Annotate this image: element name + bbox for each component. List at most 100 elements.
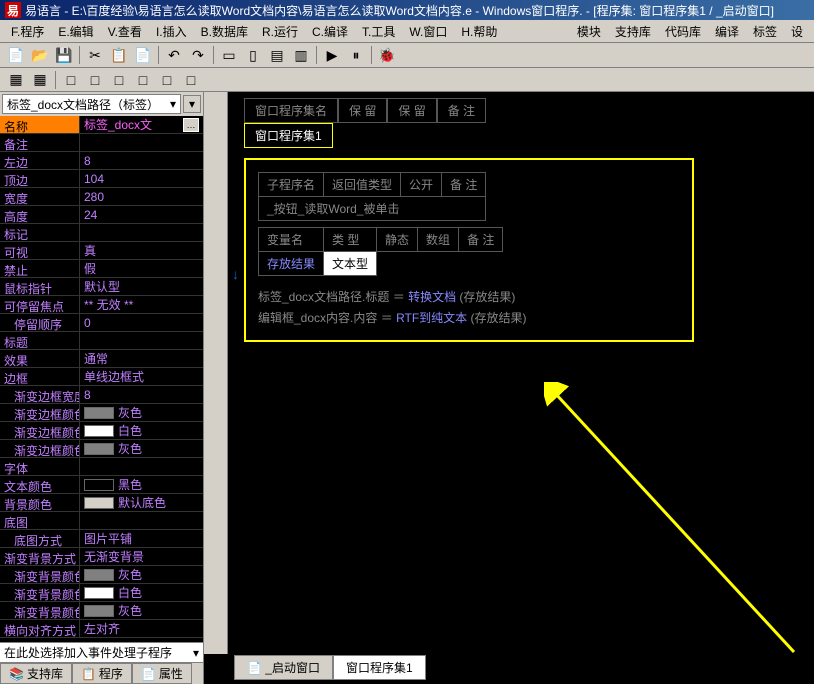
control-selector[interactable]: 标签_docx文档路径（标签） ▾ [2,94,181,114]
prop-row-height[interactable]: 高度24 [0,206,203,224]
align-button-3[interactable]: □ [108,69,130,91]
prop-row-stop[interactable]: 可停留焦点** 无效 ** [0,296,203,314]
code-line-2[interactable]: 编辑框_docx内容.内容 ＝ RTF到纯文本 (存放结果) [258,307,680,328]
proc-col-return[interactable]: 返回值类型 [324,173,401,197]
procset-header-keep2[interactable]: 保 留 [387,98,436,123]
undo-button[interactable]: ↶ [163,44,185,66]
prop-row-gradbgc3[interactable]: 渐变背景颜色灰色 [0,602,203,620]
prop-row-left[interactable]: 左边8 [0,152,203,170]
menu-program[interactable]: F.程序 [5,21,50,42]
var-col-type[interactable]: 类 型 [324,228,377,252]
tab-window-procset[interactable]: 窗口程序集1 [333,655,426,680]
var-col-static[interactable]: 静态 [377,228,418,252]
highlighted-procedure: 子程序名 返回值类型 公开 备 注 _按钮_读取Word_被单击 变量名 类 型… [244,158,694,342]
prop-row-bgimage[interactable]: 底图 [0,512,203,530]
prop-row-gradwidth[interactable]: 渐变边框宽度8 [0,386,203,404]
dots-button[interactable]: … [183,118,199,132]
tab-property[interactable]: 📄 属性 [132,663,192,684]
run-button[interactable]: ▶ [321,44,343,66]
menu-help[interactable]: H.帮助 [455,21,503,42]
layout-button-3[interactable]: ▤ [266,44,288,66]
prop-row-gradbg[interactable]: 渐变背景方式无渐变背景 [0,548,203,566]
procset-active[interactable]: 窗口程序集1 [244,123,333,148]
var-col-name[interactable]: 变量名 [259,228,324,252]
prop-row-border[interactable]: 边框单线边框式 [0,368,203,386]
align-button-6[interactable]: □ [180,69,202,91]
align-button-1[interactable]: □ [60,69,82,91]
prop-row-align[interactable]: 横向对齐方式左对齐 [0,620,203,638]
prop-row-mark[interactable]: 标记 [0,224,203,242]
procset-header-name[interactable]: 窗口程序集名 [244,98,338,123]
menu-compile[interactable]: C.编译 [306,21,354,42]
prop-row-gradcolor3[interactable]: 渐变边框颜色灰色 [0,440,203,458]
save-button[interactable]: 💾 [53,44,75,66]
prop-row-remark[interactable]: 备注 [0,134,203,152]
prop-row-width[interactable]: 宽度280 [0,188,203,206]
menu-codebank[interactable]: 代码库 [659,21,707,42]
procset-header-keep1[interactable]: 保 留 [338,98,387,123]
event-selector[interactable]: 在此处选择加入事件处理子程序 ▾ [0,642,203,662]
menu-window[interactable]: W.窗口 [403,21,453,42]
proc-col-name[interactable]: 子程序名 [259,173,324,197]
menu-insert[interactable]: I.插入 [150,21,193,42]
menu-compile2[interactable]: 编译 [709,21,745,42]
var-name[interactable]: 存放结果 [259,252,324,276]
prop-row-textcolor[interactable]: 文本颜色黑色 [0,476,203,494]
property-grid[interactable]: 名称 标签_docx文… 备注 左边8 顶边104 宽度280 高度24 标记 … [0,116,203,642]
code-editor[interactable]: 窗口程序集名 保 留 保 留 备 注 窗口程序集1 子程序名 返回值类型 公开 … [244,98,806,654]
grid-button-1[interactable]: ▦ [5,69,27,91]
procedure-name[interactable]: _按钮_读取Word_被单击 [259,197,486,221]
paste-button[interactable]: 📄 [132,44,154,66]
menu-module[interactable]: 模块 [571,21,607,42]
layout-button-2[interactable]: ▯ [242,44,264,66]
menu-run[interactable]: R.运行 [256,21,304,42]
prop-row-stoporder[interactable]: 停留顺序0 [0,314,203,332]
cut-button[interactable]: ✂ [84,44,106,66]
tab-support[interactable]: 📚 支持库 [0,663,72,684]
menu-label[interactable]: 标签 [747,21,783,42]
debug-button[interactable]: 🐞 [376,44,398,66]
prop-row-top[interactable]: 顶边104 [0,170,203,188]
prop-row-gradcolor2[interactable]: 渐变边框颜色白色 [0,422,203,440]
tab-program[interactable]: 📋 程序 [72,663,132,684]
align-button-5[interactable]: □ [156,69,178,91]
proc-col-public[interactable]: 公开 [401,173,442,197]
prop-row-disabled[interactable]: 禁止假 [0,260,203,278]
code-line-1[interactable]: 标签_docx文档路径.标题 ＝ 转换文档 (存放结果) [258,286,680,307]
open-button[interactable]: 📂 [29,44,51,66]
procset-header-remark[interactable]: 备 注 [437,98,486,123]
code-body[interactable]: 标签_docx文档路径.标题 ＝ 转换文档 (存放结果) 编辑框_docx内容.… [258,286,680,328]
redo-button[interactable]: ↷ [187,44,209,66]
align-button-4[interactable]: □ [132,69,154,91]
pause-button[interactable]: ⏸ [345,44,367,66]
prop-row-bgcolor[interactable]: 背景颜色默认底色 [0,494,203,512]
prop-row-bgstyle[interactable]: 底图方式图片平铺 [0,530,203,548]
prop-row-mouse[interactable]: 鼠标指针默认型 [0,278,203,296]
prop-row-title[interactable]: 标题 [0,332,203,350]
var-col-remark[interactable]: 备 注 [459,228,503,252]
grid-button-2[interactable]: ▦ [29,69,51,91]
copy-button[interactable]: 📋 [108,44,130,66]
menu-edit[interactable]: E.编辑 [52,21,99,42]
prop-row-font[interactable]: 字体 [0,458,203,476]
prop-row-effect[interactable]: 效果通常 [0,350,203,368]
prop-row-name[interactable]: 名称 标签_docx文… [0,116,203,134]
var-col-array[interactable]: 数组 [418,228,459,252]
prop-row-gradcolor1[interactable]: 渐变边框颜色灰色 [0,404,203,422]
prop-row-gradbgc1[interactable]: 渐变背景颜色灰色 [0,566,203,584]
prop-row-gradbgc2[interactable]: 渐变背景颜色白色 [0,584,203,602]
menu-database[interactable]: B.数据库 [195,21,254,42]
menu-tools[interactable]: T.工具 [356,21,401,42]
menu-support[interactable]: 支持库 [609,21,657,42]
menu-view[interactable]: V.查看 [102,21,148,42]
layout-button-1[interactable]: ▭ [218,44,240,66]
layout-button-4[interactable]: ▥ [290,44,312,66]
prop-row-visible[interactable]: 可视真 [0,242,203,260]
menu-settings[interactable]: 设 [785,21,809,42]
selector-expand-button[interactable]: ▾ [183,95,201,113]
tab-start-window[interactable]: 📄 _启动窗口 [234,655,333,680]
new-button[interactable]: 📄 [5,44,27,66]
align-button-2[interactable]: □ [84,69,106,91]
var-type[interactable]: 文本型 [324,252,377,276]
proc-col-remark[interactable]: 备 注 [442,173,486,197]
